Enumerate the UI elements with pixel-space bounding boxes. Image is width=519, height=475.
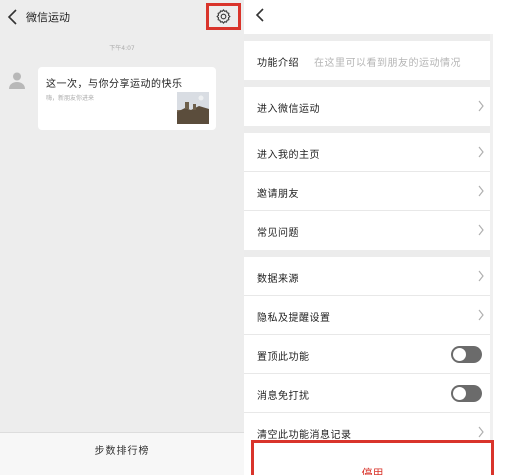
faq-row[interactable]: 常见问题 xyxy=(244,211,493,250)
pin-feature-row: 置顶此功能 xyxy=(244,335,493,374)
settings-panel: 功能介绍 在这里可以看到朋友的运动情况 进入微信运动 进入我的主页 邀请朋友 常… xyxy=(244,0,519,475)
feature-intro-desc: 在这里可以看到朋友的运动情况 xyxy=(314,58,461,69)
message-timestamp: 下午4:07 xyxy=(109,45,135,52)
disable-feature-label: 停用 xyxy=(361,467,384,475)
mute-notifications-row: 消息免打扰 xyxy=(244,374,493,413)
share-card[interactable]: 这一次，与你分享运动的快乐 嗨，新朋友你进来 xyxy=(38,67,216,130)
share-card-subtitle: 嗨，新朋友你进来 xyxy=(46,95,95,102)
step-ranking-button[interactable]: 步数排行榜 xyxy=(0,432,244,475)
toggle-knob xyxy=(453,348,466,361)
enter-sport-label: 进入微信运动 xyxy=(257,104,320,115)
my-homepage-row[interactable]: 进入我的主页 xyxy=(244,133,493,172)
share-card-title: 这一次，与你分享运动的快乐 xyxy=(46,79,183,90)
back-arrow-icon[interactable] xyxy=(6,8,20,26)
chat-header: 微信运动 xyxy=(0,0,244,34)
section-divider xyxy=(244,126,493,133)
section-divider xyxy=(244,250,493,257)
invite-friends-label: 邀请朋友 xyxy=(257,189,299,200)
clear-history-label: 清空此功能消息记录 xyxy=(257,430,352,441)
back-arrow-icon[interactable] xyxy=(254,7,266,23)
chevron-right-icon xyxy=(478,224,484,236)
section-divider xyxy=(244,34,493,41)
invite-friends-row[interactable]: 邀请朋友 xyxy=(244,172,493,211)
privacy-reminder-row[interactable]: 隐私及提醒设置 xyxy=(244,296,493,335)
enter-sport-row[interactable]: 进入微信运动 xyxy=(244,87,493,126)
chevron-right-icon xyxy=(478,185,484,197)
pin-feature-label: 置顶此功能 xyxy=(257,352,310,363)
chevron-right-icon xyxy=(478,270,484,282)
data-source-label: 数据来源 xyxy=(257,274,299,285)
scrollbar-track xyxy=(490,34,493,444)
privacy-reminder-label: 隐私及提醒设置 xyxy=(257,313,331,324)
share-card-thumbnail xyxy=(177,92,209,124)
my-homepage-label: 进入我的主页 xyxy=(257,150,320,161)
section-divider xyxy=(244,80,493,87)
feature-intro-row: 功能介绍 在这里可以看到朋友的运动情况 xyxy=(244,41,493,80)
mute-notifications-label: 消息免打扰 xyxy=(257,391,310,402)
chat-panel: 微信运动 下午4:07 这一次，与你分享运动的快乐 嗨，新朋友你进来 步数排行榜 xyxy=(0,0,244,475)
pin-feature-toggle[interactable] xyxy=(451,346,482,363)
chevron-right-icon xyxy=(478,146,484,158)
feature-intro-label: 功能介绍 xyxy=(257,58,299,69)
chevron-right-icon xyxy=(478,426,484,438)
avatar-icon[interactable] xyxy=(7,70,27,90)
settings-button[interactable] xyxy=(206,3,241,30)
chat-title: 微信运动 xyxy=(26,11,70,24)
toggle-knob xyxy=(453,387,466,400)
chevron-right-icon xyxy=(478,309,484,321)
chevron-right-icon xyxy=(478,100,484,112)
gear-icon xyxy=(216,9,231,24)
faq-label: 常见问题 xyxy=(257,228,299,239)
data-source-row[interactable]: 数据来源 xyxy=(244,257,493,296)
settings-list: 功能介绍 在这里可以看到朋友的运动情况 进入微信运动 进入我的主页 邀请朋友 常… xyxy=(244,34,493,452)
mute-notifications-toggle[interactable] xyxy=(451,385,482,402)
disable-feature-button[interactable]: 停用 xyxy=(251,440,494,475)
screen: 微信运动 下午4:07 这一次，与你分享运动的快乐 嗨，新朋友你进来 步数排行榜… xyxy=(0,0,519,475)
